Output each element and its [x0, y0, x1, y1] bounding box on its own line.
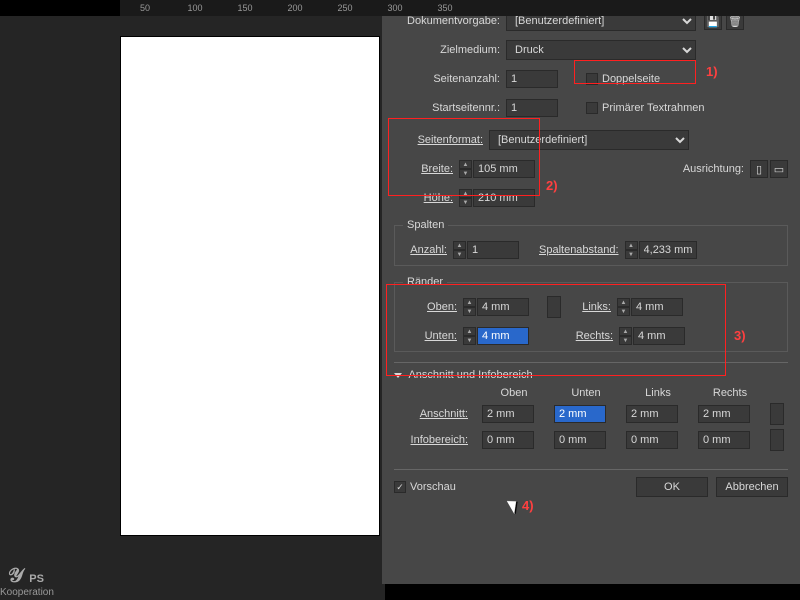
label-orient: Ausrichtung:	[683, 163, 750, 175]
label-bleed: Anschnitt:	[394, 408, 474, 420]
ruler-horizontal: 50100150200250300350	[120, 0, 800, 16]
bleed-bottom-input[interactable]	[554, 405, 606, 423]
bleed-left-input[interactable]	[626, 405, 678, 423]
callout-box-3	[386, 284, 726, 376]
document-page[interactable]	[120, 36, 380, 536]
primary-frame-checkbox[interactable]	[586, 102, 598, 114]
preview-checkbox[interactable]	[394, 481, 406, 493]
hd-top: Oben	[482, 387, 546, 399]
column-count-input[interactable]	[467, 241, 519, 259]
hd-right: Rechts	[698, 387, 762, 399]
link-bleed-icon[interactable]	[770, 403, 784, 425]
label-pages: Seitenanzahl:	[394, 73, 506, 85]
gutter-stepper[interactable]: ▲▼	[625, 241, 638, 259]
callout-4: 4)	[522, 498, 534, 513]
slug-left-input[interactable]	[626, 431, 678, 449]
label-count: Anzahl:	[403, 244, 453, 256]
hd-left: Links	[626, 387, 690, 399]
bleed-right-input[interactable]	[698, 405, 750, 423]
callout-box-1	[574, 60, 696, 84]
label-gutter: Spaltenabstand:	[539, 244, 625, 256]
new-document-dialog: Dokumentvorgabe: [Benutzerdefiniert] 💾 🗑…	[382, 0, 800, 584]
slug-right-input[interactable]	[698, 431, 750, 449]
bleed-top-input[interactable]	[482, 405, 534, 423]
callout-1: 1)	[706, 64, 718, 79]
callout-3: 3)	[734, 328, 746, 343]
landscape-icon[interactable]: ▭	[770, 160, 788, 178]
portrait-icon[interactable]: ▯	[750, 160, 768, 178]
pages-input[interactable]	[506, 70, 558, 88]
columns-legend: Spalten	[403, 219, 448, 231]
brand-subtitle: Kooperation	[0, 587, 54, 598]
callout-box-2	[388, 118, 540, 196]
columns-group: Spalten Anzahl: ▲▼ Spaltenabstand: ▲▼	[394, 219, 788, 266]
intent-select[interactable]: Druck	[506, 40, 696, 60]
callout-2: 2)	[546, 178, 558, 193]
gutter-input[interactable]	[639, 241, 697, 259]
label-preview: Vorschau	[410, 481, 456, 493]
label-slug: Infobereich:	[394, 434, 474, 446]
link-slug-icon[interactable]	[770, 429, 784, 451]
cancel-button[interactable]: Abbrechen	[716, 477, 788, 497]
label-intent: Zielmedium:	[394, 44, 506, 56]
hd-bot: Unten	[554, 387, 618, 399]
brand-logo: 𝒴 PS	[8, 565, 44, 588]
ok-button[interactable]: OK	[636, 477, 708, 497]
slug-top-input[interactable]	[482, 431, 534, 449]
count-stepper[interactable]: ▲▼	[453, 241, 466, 259]
start-page-input[interactable]	[506, 99, 558, 117]
slug-bottom-input[interactable]	[554, 431, 606, 449]
canvas-area: 𝒴 PS Kooperation	[0, 16, 385, 600]
label-preset: Dokumentvorgabe:	[394, 15, 506, 27]
label-primary: Primärer Textrahmen	[602, 102, 705, 114]
bleed-slug-grid: Oben Unten Links Rechts Anschnitt: Infob…	[394, 387, 788, 451]
label-start: Startseitennr.:	[394, 102, 506, 114]
